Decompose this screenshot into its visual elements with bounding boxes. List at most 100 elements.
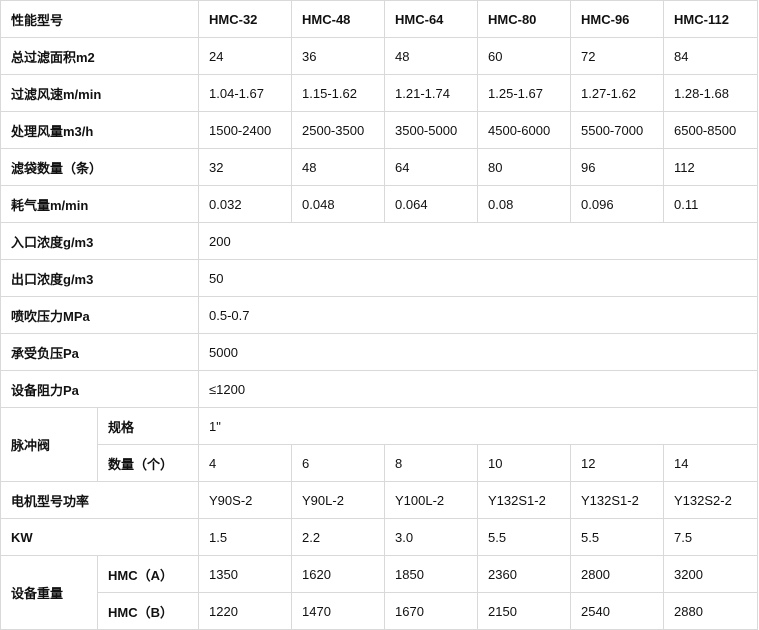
model-header: HMC-64 [384, 0, 479, 38]
table-cell: 1.5 [198, 518, 293, 556]
table-cell: 8 [384, 444, 479, 482]
row-label: 过滤风速m/min [0, 74, 200, 112]
row-label: 耗气量m/min [0, 185, 200, 223]
table-row: 脉冲阀 规格 1" [0, 407, 759, 482]
table-cell: 4500-6000 [477, 111, 572, 149]
model-header: HMC-80 [477, 0, 572, 38]
row-label-title: 性能型号 [0, 0, 200, 38]
row-label: 出口浓度g/m3 [0, 259, 200, 297]
row-label: 总过滤面积m2 [0, 37, 200, 75]
table-cell: 6500-8500 [663, 111, 759, 149]
table-cell: 1.27-1.62 [570, 74, 665, 112]
table-cell: 0.032 [198, 185, 293, 223]
table-cell: 1.28-1.68 [663, 74, 759, 112]
table-cell: 1500-2400 [198, 111, 293, 149]
table-cell: 1620 [291, 555, 386, 593]
table-cell: 0.5-0.7 [198, 296, 759, 334]
table-cell: 5.5 [477, 518, 572, 556]
table-cell: 5500-7000 [570, 111, 665, 149]
model-header: HMC-48 [291, 0, 386, 38]
table-cell: 60 [477, 37, 572, 75]
table-cell: ≤1200 [198, 370, 759, 408]
table-row: 出口浓度g/m3 50 [0, 259, 759, 297]
table-cell: 1" [198, 407, 759, 445]
table-cell: 24 [198, 37, 293, 75]
table-cell: 6 [291, 444, 386, 482]
table-row: 数量（个） 4 6 8 10 12 14 [1, 444, 759, 482]
table-cell: 0.048 [291, 185, 386, 223]
table-cell: 3200 [663, 555, 759, 593]
row-label: 设备重量 [0, 555, 98, 630]
table-cell: 1470 [291, 592, 386, 630]
table-cell: 1.15-1.62 [291, 74, 386, 112]
table-cell: 4 [198, 444, 293, 482]
table-cell: 10 [477, 444, 572, 482]
table-cell: 14 [663, 444, 759, 482]
row-label: 喷吹压力MPa [0, 296, 200, 334]
table-row: 喷吹压力MPa 0.5-0.7 [0, 296, 759, 334]
row-label: 处理风量m3/h [0, 111, 200, 149]
table-cell: 64 [384, 148, 479, 186]
table-cell: 0.08 [477, 185, 572, 223]
table-cell: 5.5 [570, 518, 665, 556]
row-label: 滤袋数量（条） [0, 148, 200, 186]
table-cell: 1220 [198, 592, 293, 630]
table-row: 承受负压Pa 5000 [0, 333, 759, 371]
table-row: 设备重量 HMC（A） 1350 1620 1850 2360 2800 320… [0, 555, 759, 630]
table-cell: 3.0 [384, 518, 479, 556]
table-cell: 2360 [477, 555, 572, 593]
table-cell: 112 [663, 148, 759, 186]
table-cell: 84 [663, 37, 759, 75]
table-row: 总过滤面积m2 24 36 48 60 72 84 [0, 37, 759, 75]
table-cell: 80 [477, 148, 572, 186]
table-cell: 72 [570, 37, 665, 75]
table-cell: Y132S1-2 [477, 481, 572, 519]
table-cell: Y90S-2 [198, 481, 293, 519]
row-label: 入口浓度g/m3 [0, 222, 200, 260]
row-label: 脉冲阀 [0, 407, 98, 482]
table-row: 耗气量m/min 0.032 0.048 0.064 0.08 0.096 0.… [0, 185, 759, 223]
table-cell: 48 [384, 37, 479, 75]
table-cell: 0.096 [570, 185, 665, 223]
table-cell: 96 [570, 148, 665, 186]
row-label: 设备阻力Pa [0, 370, 200, 408]
table-cell: 1.25-1.67 [477, 74, 572, 112]
table-cell: 48 [291, 148, 386, 186]
spec-table: 性能型号 HMC-32 HMC-48 HMC-64 HMC-80 HMC-96 … [0, 0, 759, 630]
row-label: 承受负压Pa [0, 333, 200, 371]
table-cell: 1.04-1.67 [198, 74, 293, 112]
row-label: 电机型号功率 [0, 481, 200, 519]
table-cell: 2150 [477, 592, 572, 630]
table-cell: 2540 [570, 592, 665, 630]
table-cell: 2500-3500 [291, 111, 386, 149]
table-cell: 36 [291, 37, 386, 75]
table-row: 过滤风速m/min 1.04-1.67 1.15-1.62 1.21-1.74 … [0, 74, 759, 112]
table-cell: 3500-5000 [384, 111, 479, 149]
table-row: 处理风量m3/h 1500-2400 2500-3500 3500-5000 4… [0, 111, 759, 149]
table-cell: 2800 [570, 555, 665, 593]
table-cell: Y132S1-2 [570, 481, 665, 519]
table-cell: 2.2 [291, 518, 386, 556]
table-cell: 0.11 [663, 185, 759, 223]
table-row: 设备阻力Pa ≤1200 [0, 370, 759, 408]
table-cell: 7.5 [663, 518, 759, 556]
sub-row-label: HMC（B） [96, 592, 200, 630]
table-row: KW 1.5 2.2 3.0 5.5 5.5 7.5 [0, 518, 759, 556]
table-cell: 2880 [663, 592, 759, 630]
model-header: HMC-112 [663, 0, 759, 38]
table-cell: 12 [570, 444, 665, 482]
table-cell: 5000 [198, 333, 759, 371]
table-cell: 0.064 [384, 185, 479, 223]
row-label: KW [0, 518, 200, 556]
sub-row-label: HMC（A） [96, 555, 200, 593]
sub-row-label: 规格 [96, 407, 200, 445]
table-cell: 50 [198, 259, 759, 297]
model-header: HMC-32 [198, 0, 293, 38]
table-cell: 1850 [384, 555, 479, 593]
table-cell: Y100L-2 [384, 481, 479, 519]
table-cell: Y132S2-2 [663, 481, 759, 519]
table-row: 滤袋数量（条） 32 48 64 80 96 112 [0, 148, 759, 186]
table-cell: 1.21-1.74 [384, 74, 479, 112]
table-cell: 200 [198, 222, 759, 260]
model-header: HMC-96 [570, 0, 665, 38]
